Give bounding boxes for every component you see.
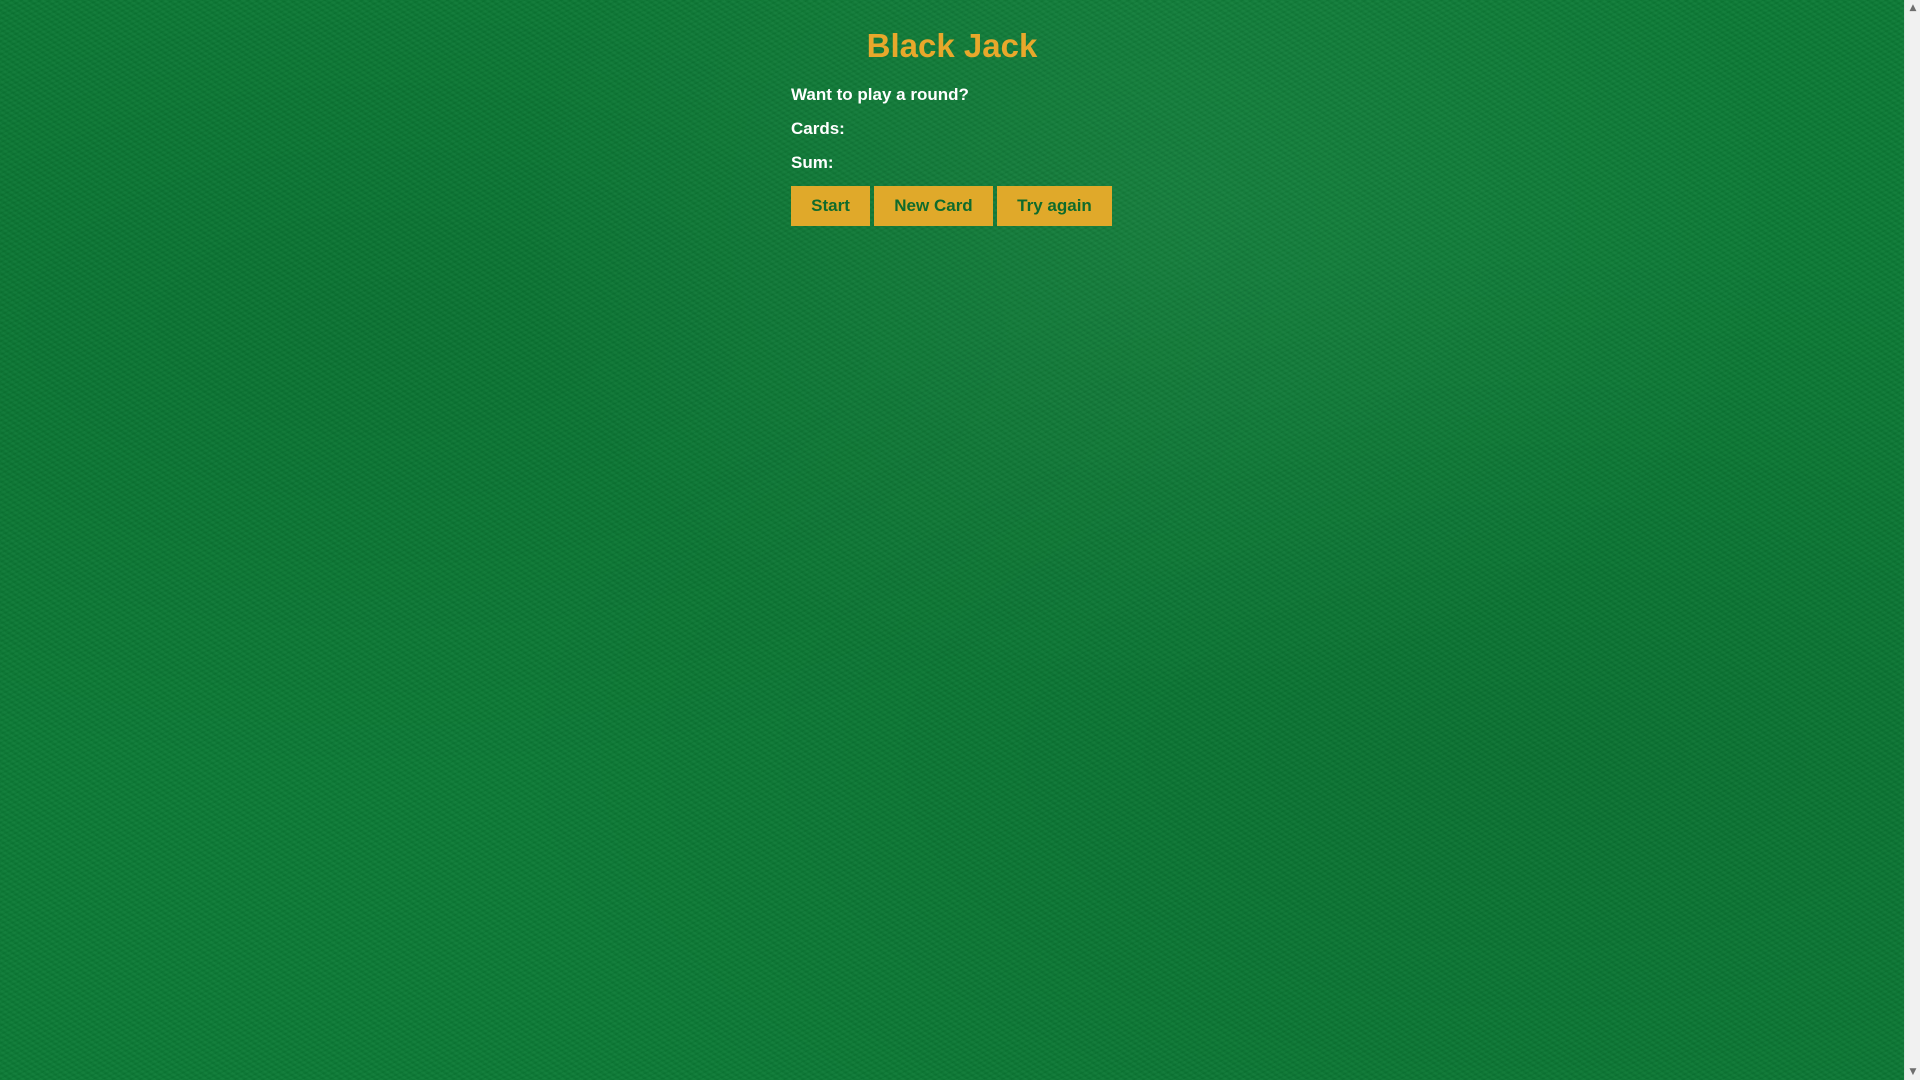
sum-label: Sum: (791, 153, 834, 172)
vertical-scrollbar[interactable]: ▲ ▼ (1904, 0, 1920, 1080)
scroll-up-arrow-icon[interactable]: ▲ (1905, 0, 1920, 16)
game-page: Black Jack Want to play a round? Cards: … (0, 0, 1904, 1080)
start-button[interactable]: Start (791, 186, 870, 226)
message-text: Want to play a round? (791, 85, 969, 104)
cards-line: Cards: (791, 118, 1112, 140)
game-panel: Want to play a round? Cards: Sum: Start … (791, 84, 1112, 226)
try-again-button[interactable]: Try again (997, 186, 1112, 226)
scroll-down-arrow-icon[interactable]: ▼ (1905, 1064, 1920, 1080)
page-title: Black Jack (866, 27, 1038, 64)
button-row: Start New Card Try again (791, 186, 1112, 226)
cards-label: Cards: (791, 119, 845, 138)
new-card-button[interactable]: New Card (874, 186, 993, 226)
sum-line: Sum: (791, 152, 1112, 174)
